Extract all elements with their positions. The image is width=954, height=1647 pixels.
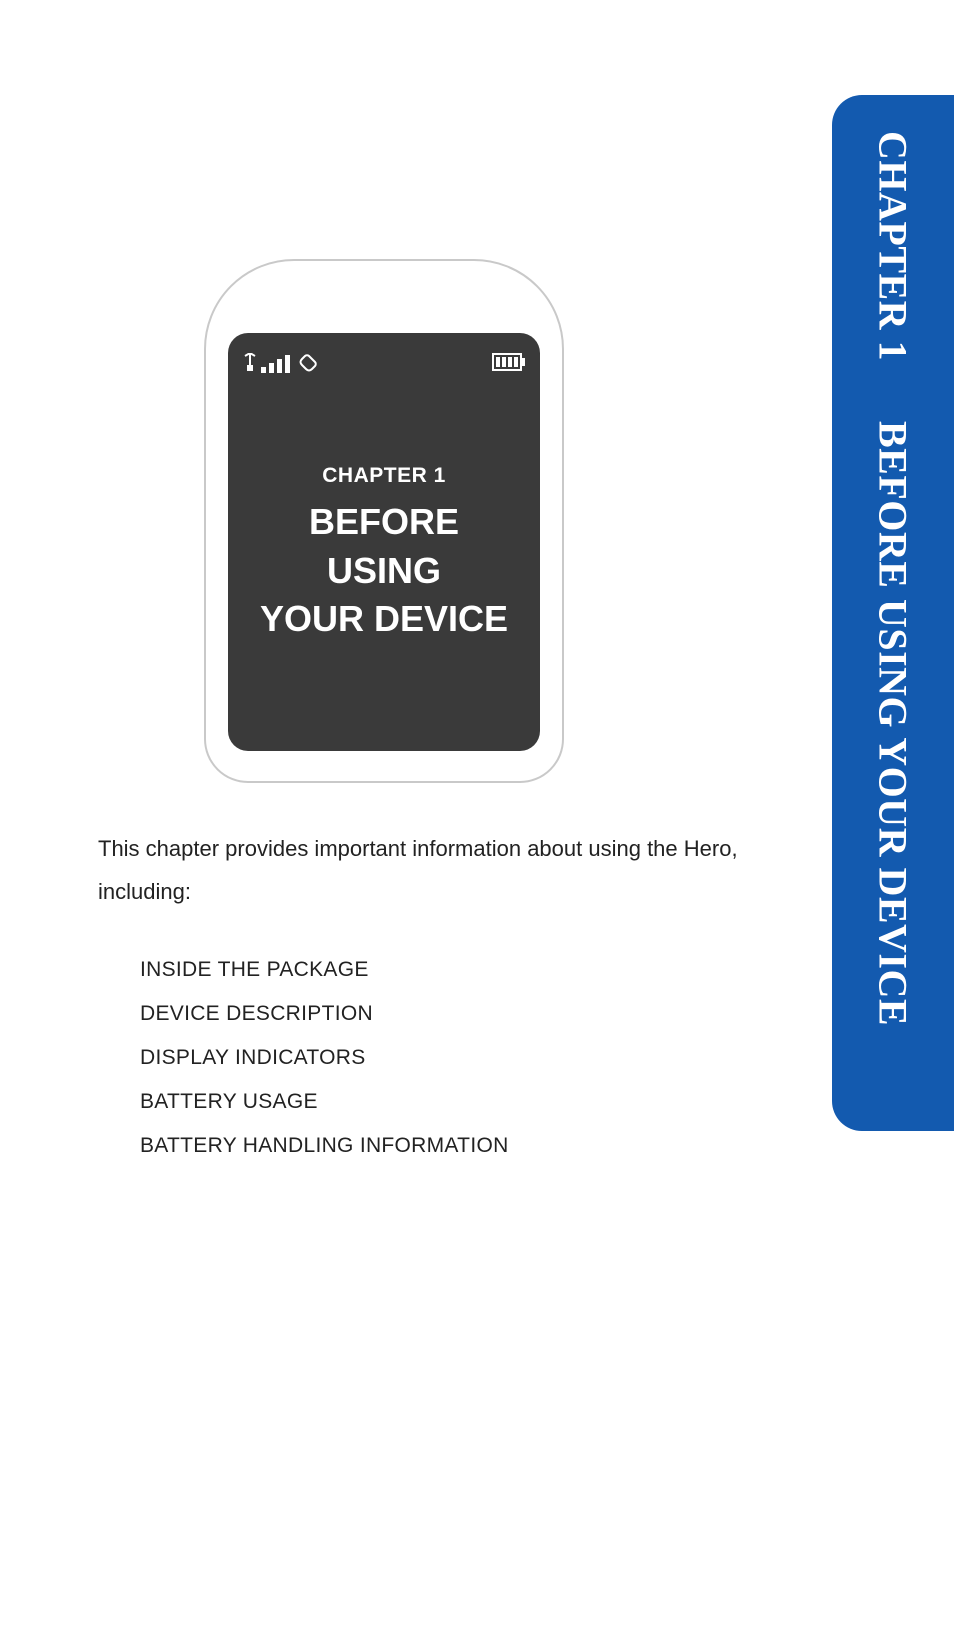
chapter-contents-list: INSIDE THE PACKAGE DEVICE DESCRIPTION DI…: [140, 948, 700, 1168]
screen-title-line-3: YOUR DEVICE: [260, 595, 508, 644]
screen-chapter-label: CHAPTER 1: [322, 464, 446, 488]
screen-body: CHAPTER 1 BEFORE USING YOUR DEVICE: [242, 377, 526, 731]
toc-item: BATTERY USAGE: [140, 1080, 700, 1124]
toc-item: BATTERY HANDLING INFORMATION: [140, 1124, 700, 1168]
battery-icon: [492, 353, 526, 371]
screen-title-line-1: BEFORE: [309, 498, 459, 547]
phone-handset-icon: [298, 351, 320, 373]
toc-item: INSIDE THE PACKAGE: [140, 948, 700, 992]
screen-title-line-2: USING: [327, 547, 441, 596]
status-left: [242, 351, 320, 373]
toc-item: DISPLAY INDICATORS: [140, 1036, 700, 1080]
signal-bars-icon: [261, 353, 295, 373]
toc-item: DEVICE DESCRIPTION: [140, 992, 700, 1036]
device-frame: CHAPTER 1 BEFORE USING YOUR DEVICE: [204, 259, 564, 783]
device-screen: CHAPTER 1 BEFORE USING YOUR DEVICE: [228, 333, 540, 751]
signal-antenna-icon: [242, 353, 258, 373]
device-illustration: CHAPTER 1 BEFORE USING YOUR DEVICE: [204, 259, 564, 783]
status-bar: [242, 347, 526, 377]
intro-paragraph: This chapter provides important informat…: [98, 828, 738, 914]
page-content: CHAPTER 1 BEFORE USING YOUR DEVICE This …: [0, 0, 810, 1647]
chapter-side-tab: CHAPTER 1 BEFORE USING YOUR DEVICE: [832, 95, 954, 1131]
side-tab-title: BEFORE USING YOUR DEVICE: [870, 421, 917, 1026]
side-tab-chapter: CHAPTER 1: [870, 131, 917, 361]
